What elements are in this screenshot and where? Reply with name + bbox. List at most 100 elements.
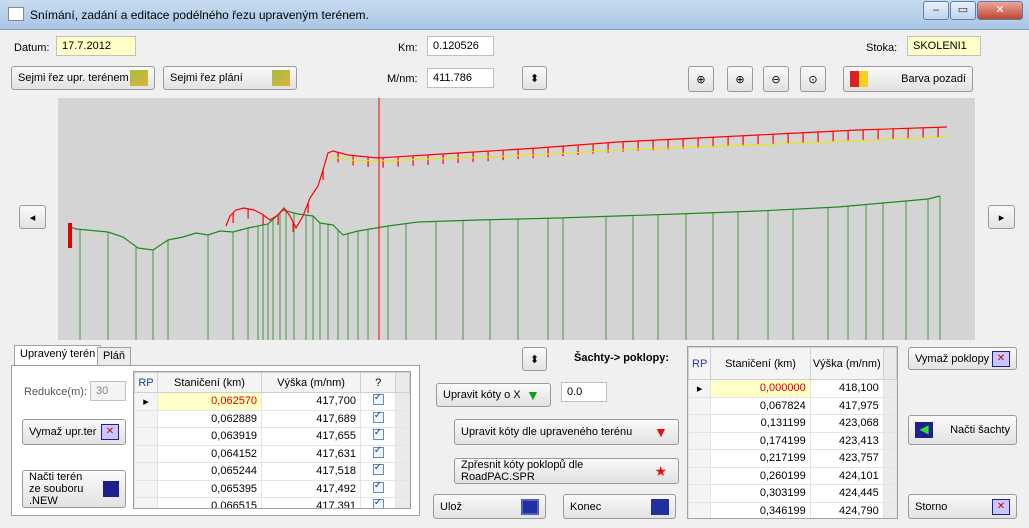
checkbox-icon[interactable] (372, 392, 384, 406)
staniceni-cell[interactable]: 0,063919 (156, 427, 263, 446)
scroll-track[interactable] (882, 449, 897, 468)
table-row[interactable]: 0,067824 417,975 (688, 396, 897, 415)
table-row[interactable]: 0,260199 424,101 (688, 466, 897, 485)
checkbox-icon[interactable] (372, 462, 384, 476)
table-row[interactable]: 0,063919 417,655 (134, 427, 410, 446)
row-checkbox[interactable] (360, 427, 397, 446)
table-row[interactable]: 0,064152 417,631 (134, 444, 410, 463)
vyska-cell[interactable]: 423,757 (809, 449, 884, 468)
scroll-track[interactable] (395, 497, 410, 508)
scroll-track[interactable] (882, 466, 897, 485)
checkbox-icon[interactable] (372, 410, 384, 423)
staniceni-cell[interactable]: 0,217199 (710, 449, 811, 468)
vyska-cell[interactable]: 417,975 (809, 396, 884, 415)
scroll-left-button[interactable]: ◂ (19, 205, 46, 229)
scroll-track[interactable] (882, 431, 897, 450)
zpresnit-button[interactable]: Zpřesnit kóty poklopů dle RoadPAC.SPR ★ (454, 458, 679, 484)
table-row[interactable]: ▸ 0,000000 418,100 (688, 379, 897, 398)
scroll-track[interactable] (395, 427, 410, 446)
staniceni-cell[interactable]: 0,065244 (156, 462, 263, 481)
vyska-cell[interactable]: 423,068 (809, 414, 884, 433)
scroll-track[interactable] (395, 462, 410, 481)
right-table-scrollbar[interactable] (882, 347, 897, 380)
scroll-track[interactable] (882, 396, 897, 415)
mnm-field[interactable]: 411.786 (427, 68, 494, 88)
staniceni-cell[interactable]: 0,131199 (710, 414, 811, 433)
table-row[interactable]: 0,217199 423,757 (688, 449, 897, 468)
table-row[interactable]: 0,065395 417,492 (134, 479, 410, 498)
table-row[interactable]: 0,174199 423,413 (688, 431, 897, 450)
scroll-track[interactable] (395, 392, 410, 411)
upravit-x-field[interactable]: 0.0 (561, 382, 607, 402)
scroll-track[interactable] (395, 479, 410, 498)
staniceni-cell[interactable]: 0,062889 (156, 409, 263, 428)
tab-plan[interactable]: Pláň (97, 347, 132, 366)
vyska-cell[interactable]: 417,391 (261, 497, 362, 508)
table-row[interactable]: 0,065244 417,518 (134, 462, 410, 481)
scroll-track[interactable] (395, 444, 410, 463)
vymaz-upr-button[interactable]: Vymaž upr.ter ✕ (22, 419, 126, 445)
right-table[interactable]: RP Staničení (km) Výška (m/nm) ▸ 0,000000… (687, 346, 898, 519)
redukce-field[interactable]: 30 (90, 381, 126, 401)
table-row[interactable]: 0,066515 417,391 (134, 497, 410, 508)
scroll-track[interactable] (882, 379, 897, 398)
table-row[interactable]: 0,346199 424,790 (688, 501, 897, 518)
maximize-icon[interactable]: ▭ (950, 1, 976, 20)
vyska-cell[interactable]: 424,101 (809, 466, 884, 485)
staniceni-cell[interactable]: 0,000000 (710, 379, 811, 398)
vyska-cell[interactable]: 417,655 (261, 427, 362, 446)
scroll-right-button[interactable]: ▸ (988, 205, 1015, 229)
nacti-teren-button[interactable]: Načti terén ze souboru .NEW (22, 470, 126, 508)
zoom-out-button[interactable]: ⊖ (763, 66, 789, 92)
table-row[interactable]: 0,131199 423,068 (688, 414, 897, 433)
row-checkbox[interactable] (360, 444, 397, 463)
stoka-field[interactable]: SKOLENI1 (907, 36, 981, 56)
scroll-track[interactable] (395, 409, 410, 428)
profile-plot[interactable] (58, 98, 975, 340)
vyska-cell[interactable]: 423,413 (809, 431, 884, 450)
checkbox-icon[interactable] (372, 427, 384, 441)
vyska-cell[interactable]: 417,492 (261, 479, 362, 498)
checkbox-icon[interactable] (372, 497, 384, 508)
vyska-cell[interactable]: 417,631 (261, 444, 362, 463)
table-row[interactable]: 0,303199 424,445 (688, 484, 897, 503)
upravit-x-button[interactable]: Upravit kóty o X ▼ (436, 383, 551, 407)
km-field[interactable]: 0.120526 (427, 36, 494, 56)
scroll-track[interactable] (882, 414, 897, 433)
zoom-all-button[interactable]: ⊕ (688, 66, 714, 92)
konec-button[interactable]: Konec (563, 494, 676, 519)
zoom-window-button[interactable]: ⊙ (800, 66, 826, 92)
sejmi-upr-button[interactable]: Sejmi řez upr. terénem (11, 66, 155, 90)
vyska-cell[interactable]: 418,100 (809, 379, 884, 398)
staniceni-cell[interactable]: 0,067824 (710, 396, 811, 415)
vyska-cell[interactable]: 424,790 (809, 501, 884, 518)
staniceni-cell[interactable]: 0,062570 (156, 392, 263, 411)
row-checkbox[interactable] (360, 392, 397, 411)
close-icon[interactable]: ✕ (977, 1, 1023, 20)
minimize-icon[interactable]: – (923, 1, 949, 20)
left-table[interactable]: RP Staničení (km) Výška (m/nm) ? ▸ 0,0625… (133, 371, 411, 509)
nacti-sachty-button[interactable]: ◀ Načti šachty (908, 415, 1017, 445)
tab-upraveny-teren[interactable]: Upravený terén (14, 345, 102, 366)
row-checkbox[interactable] (360, 479, 397, 498)
scroll-track[interactable] (882, 501, 897, 518)
left-table-scrollbar[interactable] (395, 372, 410, 393)
checkbox-icon[interactable] (372, 445, 384, 458)
staniceni-cell[interactable]: 0,174199 (710, 431, 811, 450)
staniceni-cell[interactable]: 0,066515 (156, 497, 263, 508)
table-row[interactable]: 0,062889 417,689 (134, 409, 410, 428)
vyska-cell[interactable]: 417,518 (261, 462, 362, 481)
upravit-dle-button[interactable]: Upravit kóty dle upraveného terénu ▼ (454, 419, 679, 445)
zoom-in-button[interactable]: ⊕ (727, 66, 753, 92)
checkbox-icon[interactable] (372, 480, 384, 493)
row-checkbox[interactable] (360, 409, 397, 428)
uloz-button[interactable]: Ulož (433, 494, 546, 519)
scroll-track[interactable] (882, 484, 897, 503)
vyska-cell[interactable]: 424,445 (809, 484, 884, 503)
updown-top-button[interactable]: ⬍ (522, 66, 547, 90)
staniceni-cell[interactable]: 0,065395 (156, 479, 263, 498)
barva-pozadi-button[interactable]: Barva pozadí (843, 66, 973, 92)
datum-field[interactable]: 17.7.2012 (56, 36, 136, 56)
vyska-cell[interactable]: 417,700 (261, 392, 362, 411)
row-checkbox[interactable] (360, 462, 397, 481)
